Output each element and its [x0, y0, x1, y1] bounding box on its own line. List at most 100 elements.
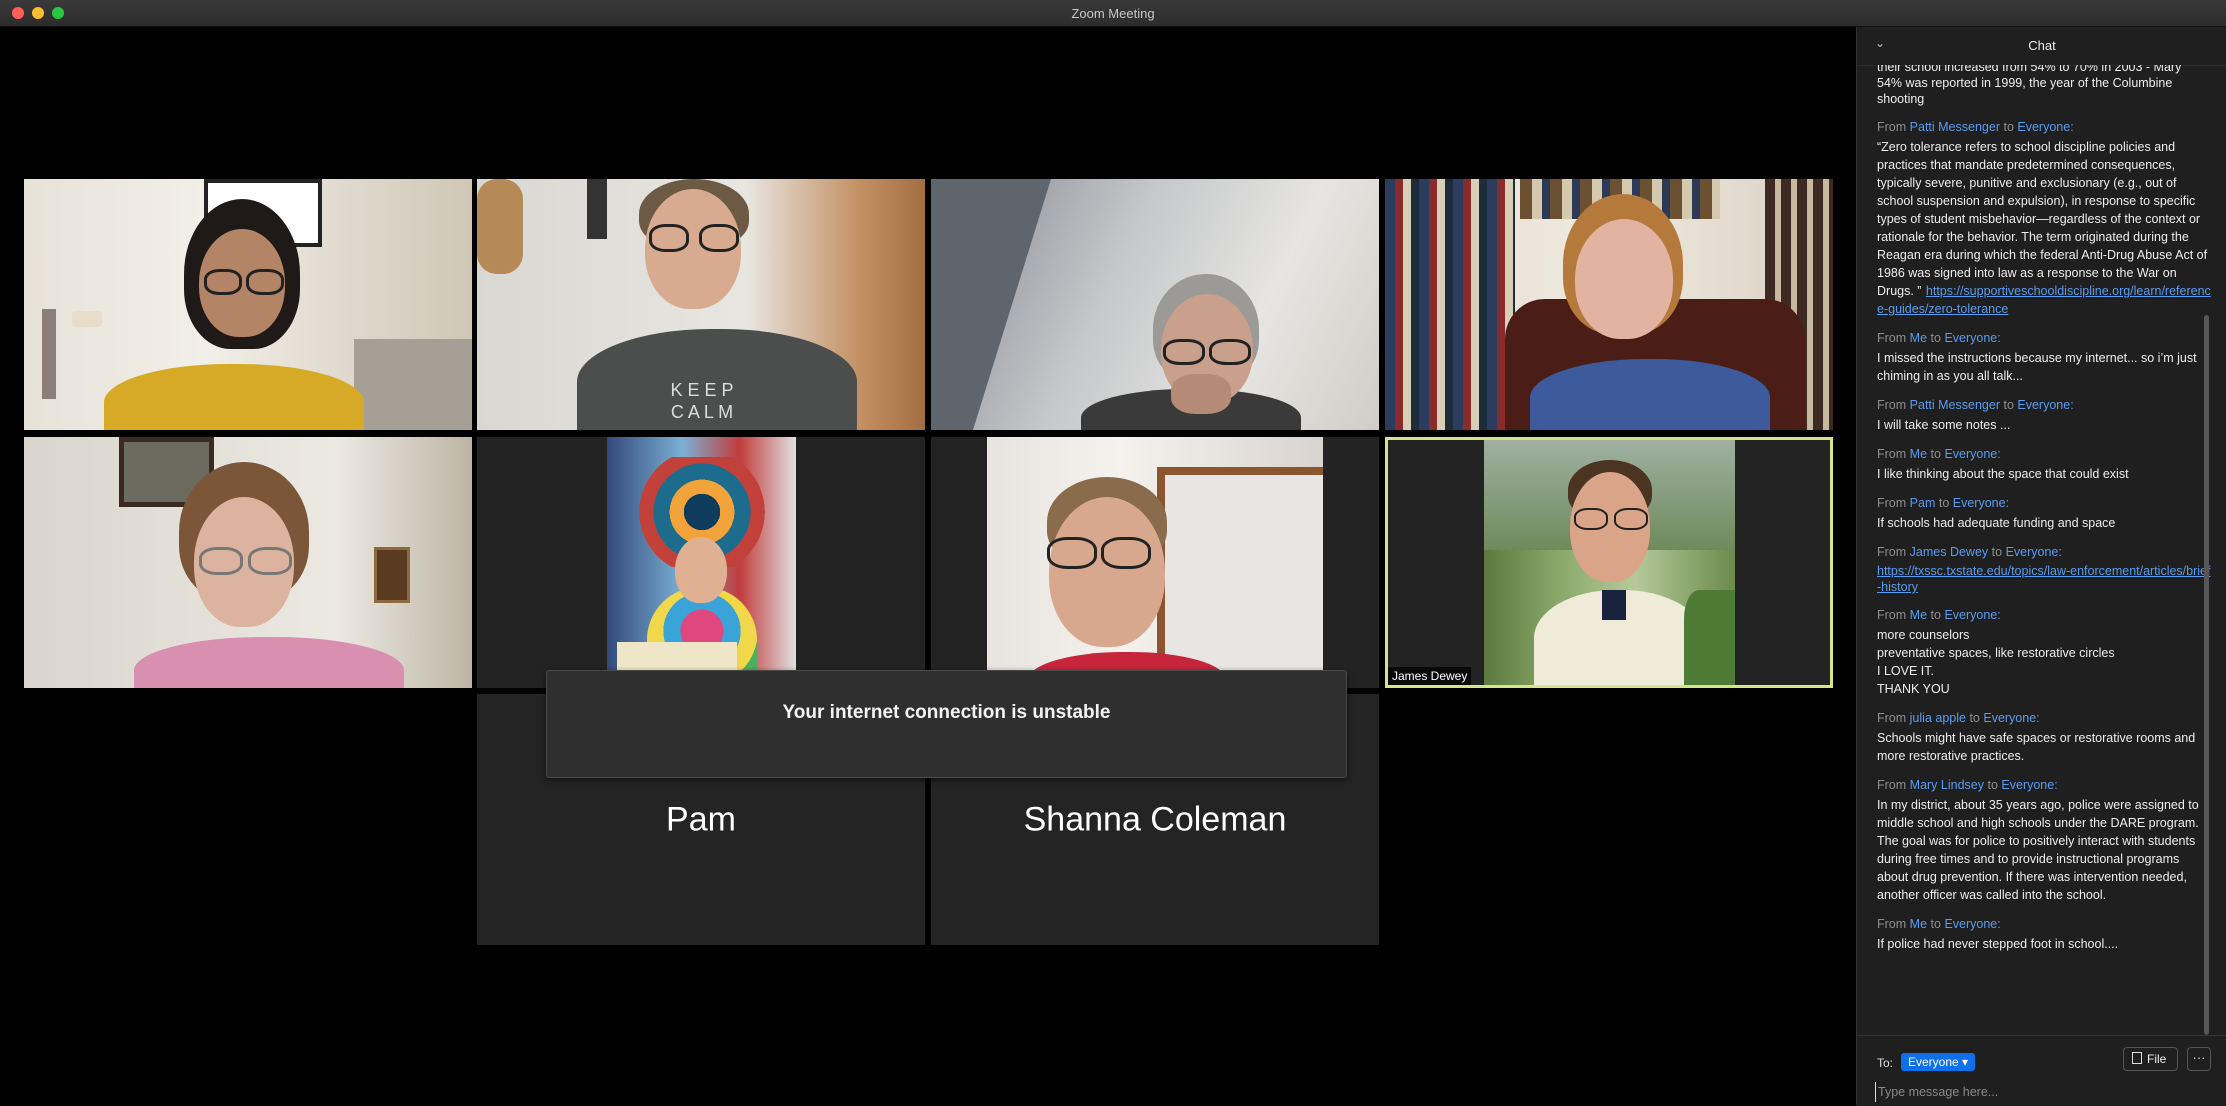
message-recipient: Everyone: — [1944, 917, 2001, 931]
message-sender: Me — [1909, 331, 1928, 345]
chat-message: From Me to Everyone: more counselors prev… — [1877, 607, 2213, 698]
participant-tile-7[interactable] — [931, 437, 1379, 688]
chat-footer: To: Everyone ▾ File ··· — [1857, 1035, 2226, 1106]
chat-message: From Patti Messenger to Everyone: “Zero t… — [1877, 119, 2213, 318]
message-recipient: Everyone: — [1983, 711, 2040, 725]
message-sender: Me — [1909, 447, 1928, 461]
message-text: If police had never stepped foot in scho… — [1877, 937, 2119, 951]
message-mid: to — [1938, 496, 1950, 510]
message-mid: to — [2003, 120, 2014, 134]
message-header: From Me to Everyone: — [1877, 916, 2213, 932]
message-recipient: Everyone: — [1952, 496, 2010, 510]
chat-title: Chat — [2028, 38, 2056, 53]
participant-video: K E E PC A L M — [477, 179, 925, 430]
message-text: “Zero tolerance refers to school discipl… — [1877, 140, 2208, 298]
message-recipient: Everyone: — [2005, 545, 2062, 559]
participant-tile-5[interactable] — [24, 437, 472, 688]
participant-name: Pam — [666, 800, 736, 838]
message-text: If schools had adequate funding and spac… — [1877, 516, 2116, 530]
message-prefix: From — [1877, 917, 1907, 931]
message-header: From Me to Everyone: — [1877, 446, 2213, 462]
message-text: Schools might have safe spaces or restor… — [1877, 731, 2196, 763]
participant-video — [931, 179, 1379, 430]
recipient-select[interactable]: Everyone ▾ — [1901, 1053, 1976, 1071]
chat-message: From Me to Everyone: If police had never … — [1877, 916, 2213, 953]
message-prefix: From — [1877, 496, 1907, 510]
chat-message: From Mary Lindsey to Everyone: In my dist… — [1877, 777, 2213, 904]
message-mid: to — [1991, 545, 2003, 559]
message-recipient: Everyone: — [1944, 447, 2001, 461]
chat-message: From Pam to Everyone: If schools had adeq… — [1877, 495, 2213, 532]
message-sender: Mary Lindsey — [1909, 778, 1984, 792]
participant-name: Shanna Coleman — [1023, 800, 1287, 838]
message-sender: Pam — [1909, 496, 1936, 510]
window-title: Zoom Meeting — [1071, 6, 1155, 21]
message-text: I like thinking about the space that cou… — [1877, 467, 2129, 481]
message-link[interactable]: https://txssc.txstate.edu/topics/law-enf… — [1877, 563, 2213, 595]
message-prefix: From — [1877, 778, 1907, 792]
message-link[interactable]: https://supportiveschooldiscipline.org/l… — [1877, 284, 2211, 316]
message-prefix: From — [1877, 447, 1907, 461]
participant-video — [24, 179, 472, 430]
message-sender: julia apple — [1909, 711, 1966, 725]
message-prefix: From — [1877, 608, 1907, 622]
file-button-label: File — [2147, 1052, 2167, 1066]
participant-tile-3[interactable] — [931, 179, 1379, 430]
message-header: From julia apple to Everyone: — [1877, 710, 2213, 726]
message-recipient: Everyone: — [2001, 778, 2058, 792]
chat-message: From Me to Everyone: I like thinking abou… — [1877, 446, 2213, 483]
chat-message: From julia apple to Everyone: Schools mig… — [1877, 710, 2213, 765]
message-sender: Patti Messenger — [1909, 120, 2000, 134]
participant-video — [987, 437, 1323, 688]
message-header: From Mary Lindsey to Everyone: — [1877, 777, 2213, 793]
participant-video — [1385, 179, 1833, 430]
message-mid: to — [1930, 331, 1941, 345]
participant-tile-2[interactable]: K E E PC A L M — [477, 179, 925, 430]
recipient-label: To: — [1877, 1056, 1894, 1070]
message-mid: to — [1930, 608, 1941, 622]
message-text: more counselors preventative spaces, lik… — [1877, 628, 2115, 696]
chat-messages[interactable]: their school increased from 54% to 70% i… — [1857, 65, 2213, 1040]
message-mid: to — [1969, 711, 1980, 725]
message-prefix: From — [1877, 545, 1907, 559]
connection-warning-toast: Your internet connection is unstable — [546, 670, 1347, 778]
chat-message: From James Dewey to Everyone: https://txs… — [1877, 544, 2213, 595]
participant-tile-1[interactable] — [24, 179, 472, 430]
message-sender: Me — [1909, 917, 1928, 931]
message-recipient: Everyone: — [2017, 398, 2074, 412]
message-mid: to — [2003, 398, 2014, 412]
message-sender: Patti Messenger — [1909, 398, 2000, 412]
chat-header: ⌄ Chat — [1857, 27, 2226, 66]
participant-name-label: James Dewey — [1388, 667, 1472, 685]
message-fragment: their school increased from 54% to 70% i… — [1877, 65, 2182, 74]
message-prefix: From — [1877, 398, 1907, 412]
message-header: From James Dewey to Everyone: — [1877, 544, 2213, 560]
participant-video — [24, 437, 472, 688]
message-header: From Patti Messenger to Everyone: — [1877, 119, 2213, 135]
message-recipient: Everyone: — [1944, 331, 2001, 345]
message-text: I missed the instructions because my int… — [1877, 351, 2197, 383]
message-mid: to — [1930, 447, 1941, 461]
message-recipient: Everyone: — [1944, 608, 2001, 622]
file-button[interactable]: File — [2123, 1047, 2178, 1071]
participant-tile-6[interactable] — [477, 437, 925, 688]
video-gallery: K E E PC A L M James Dewey Pam Shanna Co… — [0, 27, 1855, 1105]
file-icon — [2132, 1052, 2142, 1064]
message-sender: Me — [1909, 608, 1928, 622]
chat-panel: ⌄ Chat their school increased from 54% t… — [1856, 27, 2226, 1106]
participant-video — [607, 437, 796, 688]
participant-tile-4[interactable] — [1385, 179, 1833, 430]
participant-tile-active-speaker[interactable]: James Dewey — [1385, 437, 1833, 688]
message-mid: to — [1930, 917, 1941, 931]
message-text: I will take some notes ... — [1877, 418, 2011, 432]
message-input[interactable] — [1875, 1082, 2210, 1102]
message-text: 54% was reported in 1999, the year of th… — [1877, 76, 2173, 106]
message-text: In my district, about 35 years ago, poli… — [1877, 798, 2199, 902]
message-prefix: From — [1877, 120, 1907, 134]
more-icon[interactable]: ··· — [2187, 1047, 2211, 1071]
message-header: From Patti Messenger to Everyone: — [1877, 397, 2213, 413]
message-header: From Pam to Everyone: — [1877, 495, 2213, 511]
chat-scrollbar[interactable] — [2204, 315, 2209, 1035]
chat-message: From Patti Messenger to Everyone: I will … — [1877, 397, 2213, 434]
chat-message: From Me to Everyone: I missed the instruc… — [1877, 330, 2213, 385]
